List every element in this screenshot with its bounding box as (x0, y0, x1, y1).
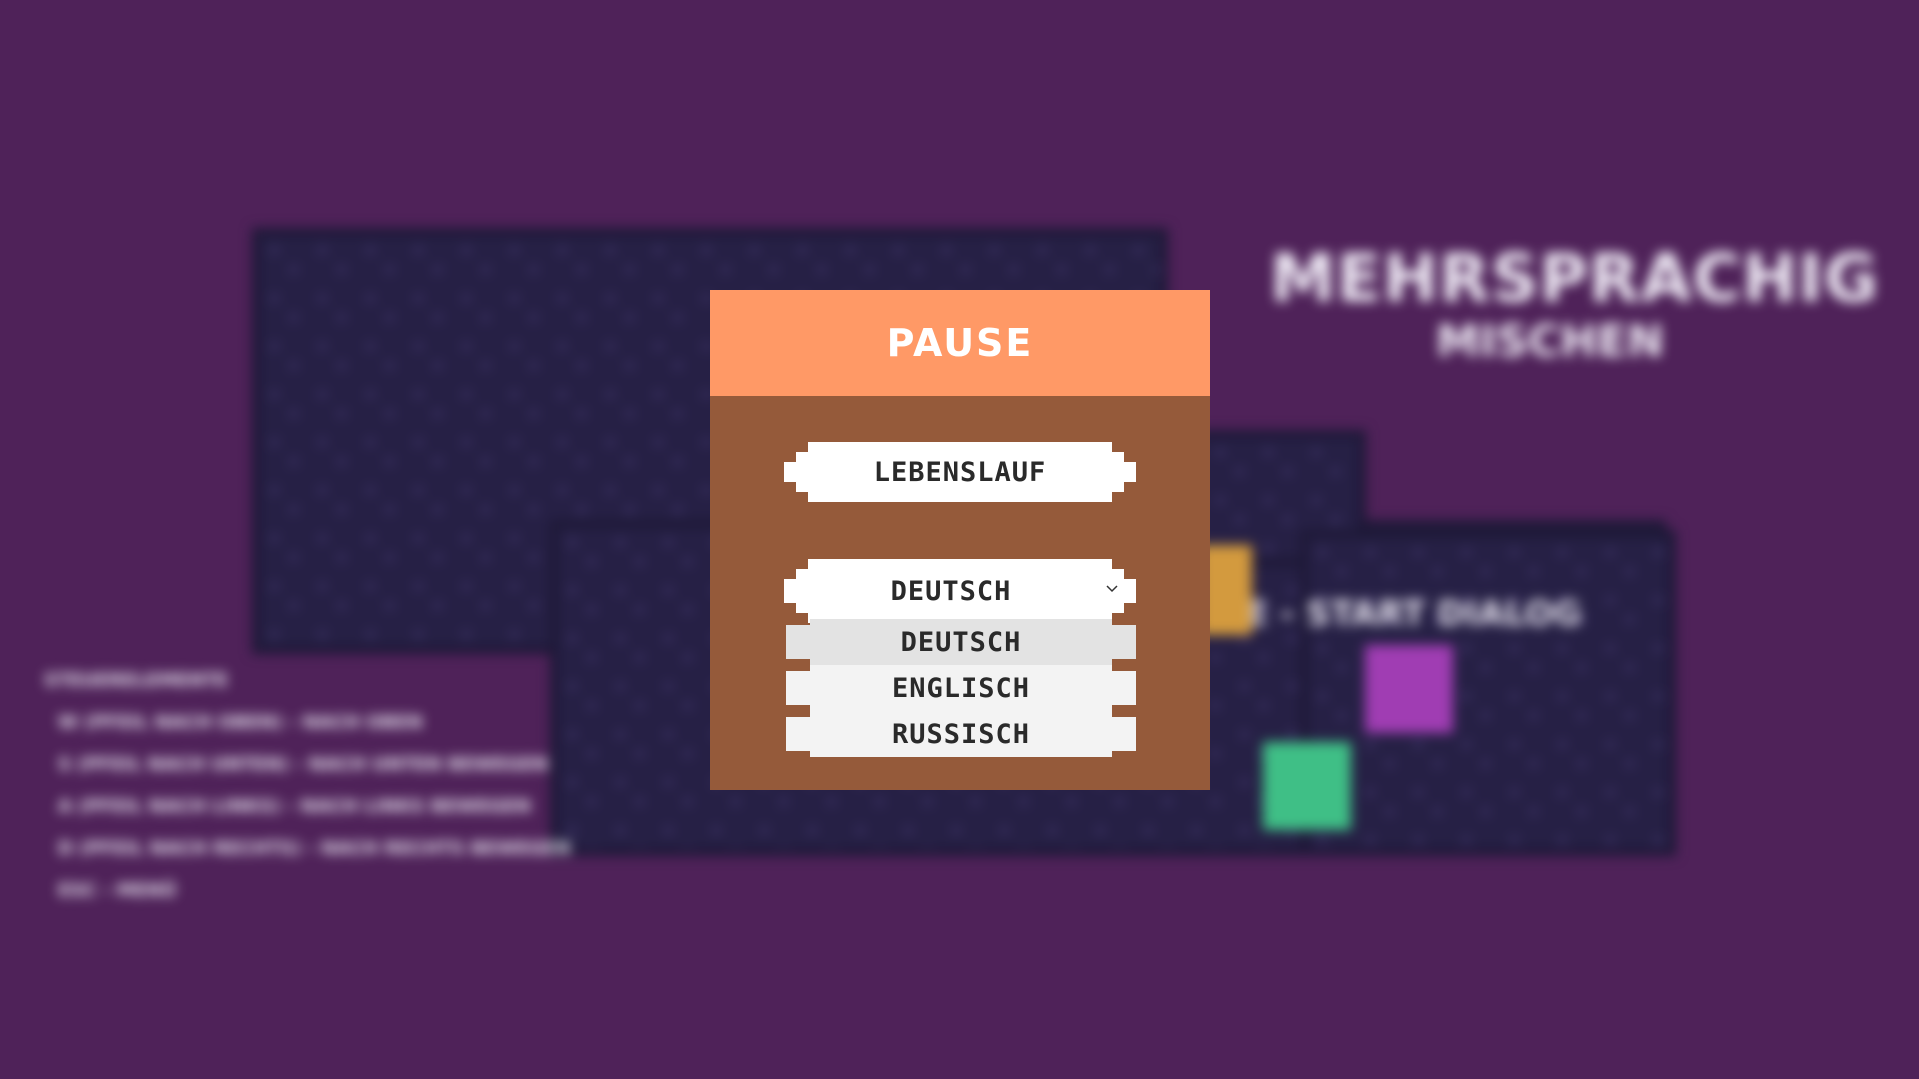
controls-legend: STEUERELEMENTE W (PFEIL NACH OBEN) - NAC… (44, 660, 571, 912)
controls-line-down: S (PFEIL NACH UNTEN) - NACH UNTEN BEWEGE… (58, 754, 549, 775)
controls-line-up: W (PFEIL NACH OBEN) - NACH OBEN (58, 712, 423, 733)
dialog-hint: E - START DIALOG (1245, 594, 1582, 634)
pause-title: PAUSE (886, 321, 1034, 365)
pause-menu: PAUSE LEBENSLAUF DEUTSCH DEUTSCH ENGLISC… (710, 290, 1210, 790)
character-purple (1365, 645, 1453, 733)
character-green (1263, 742, 1351, 830)
game-screen: MEHRSPRACHIG MISCHEN E - START DIALOG ST… (0, 0, 1919, 1079)
controls-line-right: D (PFEIL NACH RECHTS) - NACH RECHTS BEWE… (58, 838, 571, 859)
controls-heading: STEUERELEMENTE (44, 670, 229, 691)
language-select-value: DEUTSCH (890, 575, 1012, 607)
language-option-deutsch[interactable]: DEUTSCH (786, 619, 1136, 665)
language-select[interactable]: DEUTSCH (784, 559, 1136, 623)
language-dropdown-list: DEUTSCH ENGLISCH RUSSISCH (786, 619, 1136, 757)
language-option-russisch[interactable]: RUSSISCH (786, 711, 1136, 757)
level-subtitle: MISCHEN (1436, 316, 1664, 367)
pause-header: PAUSE (710, 290, 1210, 396)
resume-button[interactable]: LEBENSLAUF (784, 442, 1136, 502)
tilemap-right-lower (1300, 530, 1676, 856)
controls-line-left: A (PFEIL NACH LINKS) - NACH LINKS BEWEGE… (58, 796, 531, 817)
language-option-englisch[interactable]: ENGLISCH (786, 665, 1136, 711)
resume-button-label: LEBENSLAUF (873, 456, 1047, 488)
level-title: MEHRSPRACHIG (1270, 240, 1880, 317)
chevron-down-icon (1106, 581, 1118, 597)
controls-line-menu: ESC - MENÜ (58, 880, 177, 901)
